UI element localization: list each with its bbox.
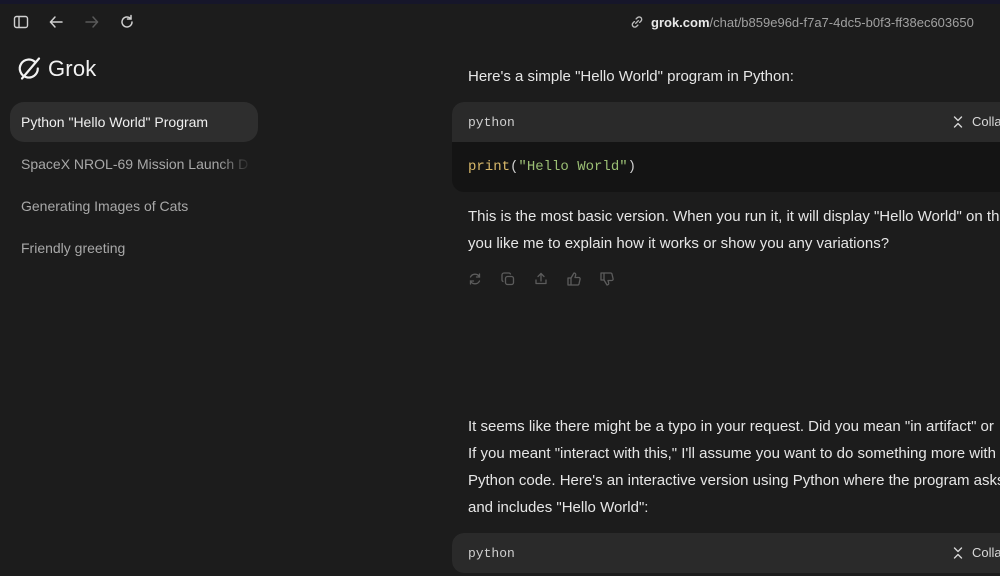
grok-logo-icon [18,57,41,80]
collapse-label: Collapse [972,545,1000,560]
collapse-label: Collapse [972,114,1000,129]
code-block: python Collapse [452,533,1000,573]
assistant-reply-line: It seems like there might be a typo in y… [468,418,994,435]
thumbs-up-icon[interactable] [567,272,583,288]
chat-item-label: Friendly greeting [21,240,126,256]
assistant-intro: Here's a simple "Hello World" program in… [468,68,794,85]
chat-item-spacex[interactable]: SpaceX NROL-69 Mission Launch D [10,144,258,184]
sidebar: Grok Python "Hello World" Program SpaceX… [0,40,272,576]
collapse-button[interactable]: Collapse [952,545,1000,560]
chat-item-label: Generating Images of Cats [21,198,189,214]
assistant-explanation-line: you like me to explain how it works or s… [468,235,890,252]
reload-icon[interactable] [117,12,137,32]
address-bar[interactable]: grok.com/chat/b859e96d-f7a7-4dc5-b0f3-ff… [630,14,974,30]
regenerate-icon[interactable] [468,272,484,288]
code-language: python [468,545,515,561]
thumbs-down-icon[interactable] [600,272,616,288]
code-token-function: print [468,159,511,175]
code-content: print("Hello World") [452,142,1000,192]
browser-toolbar: grok.com/chat/b859e96d-f7a7-4dc5-b0f3-ff… [0,4,1000,40]
assistant-explanation-line: This is the most basic version. When you… [468,208,1000,225]
url-host: grok.com [651,14,710,30]
logo-text: Grok [48,56,97,81]
back-arrow-icon[interactable] [46,12,66,32]
share-icon[interactable] [534,272,550,288]
code-language: python [468,114,515,130]
assistant-reply-line: and includes "Hello World": [468,499,649,516]
chat-item-label: SpaceX NROL-69 Mission Launch D [21,156,249,172]
url-path: /chat/b859e96d-f7a7-4dc5-b0f3-ff38ec6036… [709,14,974,30]
assistant-reply-line: Python code. Here's an interactive versi… [468,472,1000,489]
chat-item-python-hello-world[interactable]: Python "Hello World" Program [10,102,258,142]
code-block: python Collapse print("Hello World") [452,102,1000,192]
collapse-button[interactable]: Collapse [952,114,1000,129]
chat-item-greeting[interactable]: Friendly greeting [10,228,258,268]
code-token-string: "Hello World" [518,159,628,175]
code-token-paren: ) [627,159,637,175]
assistant-reply-line: If you meant "interact with this," I'll … [468,445,1000,462]
copy-icon[interactable] [501,272,517,288]
link-icon [630,15,644,29]
message-actions [468,272,633,288]
grok-logo[interactable]: Grok [16,56,96,82]
sidebar-toggle-icon[interactable] [11,12,31,32]
chat-item-label: Python "Hello World" Program [21,114,209,130]
chat-item-cats[interactable]: Generating Images of Cats [10,186,258,226]
code-block-header: python Collapse [452,102,1000,142]
collapse-icon [953,546,963,559]
code-block-header: python Collapse [452,533,1000,573]
forward-arrow-icon[interactable] [82,12,102,32]
text-fade [218,144,258,184]
conversation-pane: Here's a simple "Hello World" program in… [440,40,1000,576]
code-token-paren: ( [510,159,519,175]
collapse-icon [953,115,963,128]
